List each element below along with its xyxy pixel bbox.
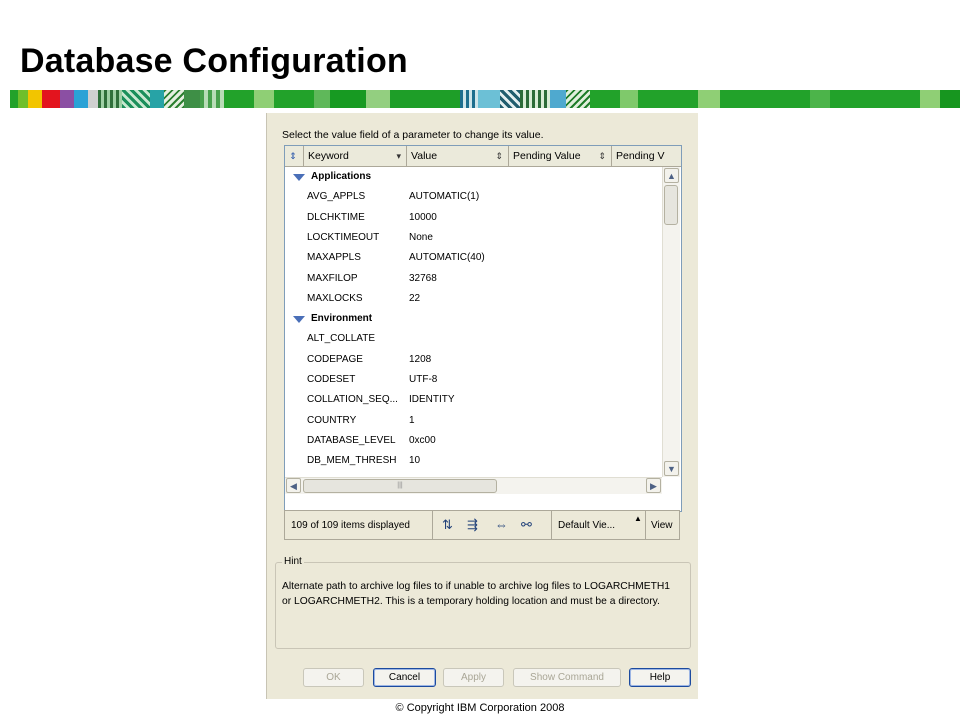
hint-label: Hint	[282, 556, 304, 567]
table-status-bar: 109 of 109 items displayed ⇅ ⇶ ⇔ ⚯ Defau…	[284, 510, 680, 540]
table-row[interactable]: MAXFILOP 32768	[285, 269, 662, 289]
keyword-cell: AVG_APPLS	[307, 191, 366, 203]
table-row[interactable]: ALT_COLLATE	[285, 329, 662, 349]
show-command-button[interactable]: Show Command	[513, 668, 621, 687]
parameters-table: ⇕ Keyword ▾ Value ⇕ Pending Value ⇕ Pending…	[284, 145, 682, 512]
value-cell[interactable]: AUTOMATIC(1)	[409, 187, 479, 207]
scroll-left-icon[interactable]: ◀	[286, 478, 301, 493]
table-header: ⇕ Keyword ▾ Value ⇕ Pending Value ⇕ Pending…	[285, 146, 681, 167]
table-row[interactable]: CODESET UTF-8	[285, 370, 662, 390]
table-row[interactable]: MAXLOCKS 22	[285, 289, 662, 309]
sort-icon: ⇕	[289, 151, 297, 161]
category-row[interactable]: Applications	[285, 167, 662, 187]
keyword-cell: ALT_COLLATE	[307, 333, 375, 345]
value-cell[interactable]: 10	[409, 451, 420, 471]
table-row[interactable]: LOCKTIMEOUT None	[285, 228, 662, 248]
keyword-cell: DB_MEM_THRESH	[307, 455, 397, 467]
help-button[interactable]: Help	[629, 668, 691, 687]
table-row[interactable]: AVG_APPLS AUTOMATIC(1)	[285, 187, 662, 207]
keyword-cell: CODEPAGE	[307, 353, 363, 365]
column-header-keyword[interactable]: Keyword ▾	[304, 146, 407, 166]
scroll-up-icon[interactable]: ▲	[664, 168, 679, 183]
select-column-header[interactable]: ⇕	[285, 146, 304, 166]
value-cell[interactable]: IDENTITY	[409, 390, 455, 410]
table-row[interactable]: CODEPAGE 1208	[285, 350, 662, 370]
value-cell[interactable]: 0xc00	[409, 431, 436, 451]
keyword-cell: CODESET	[307, 374, 356, 385]
find-icon[interactable]: ⇔	[495, 517, 508, 532]
items-count: 109 of 109 items displayed	[291, 520, 410, 531]
table-row[interactable]: DLCHKTIME 10000	[285, 208, 662, 228]
ok-button[interactable]: OK	[303, 668, 364, 687]
value-cell[interactable]: None	[409, 228, 433, 248]
value-cell[interactable]: AUTOMATIC(40)	[409, 248, 485, 268]
copyright-text: © Copyright IBM Corporation 2008	[395, 702, 565, 714]
scroll-right-icon[interactable]: ▶	[646, 478, 661, 493]
keyword-cell: COUNTRY	[307, 414, 357, 426]
scroll-down-icon[interactable]: ▼	[664, 461, 679, 476]
instruction-text: Select the value field of a parameter to…	[282, 129, 544, 141]
hint-text: Alternate path to archive log files to i…	[282, 581, 671, 607]
expand-triangle-icon[interactable]	[293, 174, 305, 181]
column-header-value[interactable]: Value ⇕	[407, 146, 509, 166]
value-cell[interactable]: 10000	[409, 208, 437, 228]
table-row[interactable]: DATABASE_LEVEL 0xc00	[285, 431, 662, 451]
database-config-dialog: Select the value field of a parameter to…	[266, 113, 698, 699]
sort-arrows-icon: ⇕	[495, 151, 503, 161]
binoculars-icon[interactable]: ⚯	[521, 517, 532, 533]
cancel-button[interactable]: Cancel	[373, 668, 436, 687]
view-button[interactable]: View	[651, 520, 673, 531]
keyword-cell: DLCHKTIME	[307, 211, 365, 223]
hint-group: Hint Alternate path to archive log files…	[275, 556, 691, 649]
keyword-cell: LOCKTIMEOUT	[307, 231, 380, 243]
keyword-cell: COLLATION_SEQ...	[307, 394, 398, 406]
decorative-banner	[10, 90, 960, 108]
horizontal-scrollbar[interactable]: ◀ ||| ▶	[285, 477, 662, 494]
column-header-pending-v[interactable]: Pending V	[612, 146, 681, 166]
vertical-scrollbar[interactable]: ▲ ▼	[662, 167, 680, 477]
keyword-cell: MAXLOCKS	[307, 292, 363, 304]
value-cell[interactable]: 32768	[409, 269, 437, 289]
column-header-pending-value[interactable]: Pending Value ⇕	[509, 146, 612, 166]
table-row[interactable]: DB_MEM_THRESH 10	[285, 451, 662, 471]
value-cell[interactable]: 1208	[409, 350, 431, 370]
category-label: Applications	[311, 171, 372, 182]
category-row[interactable]: Environment	[285, 309, 662, 329]
table-body: Applications AVG_APPLS AUTOMATIC(1) DLCHKTI…	[285, 167, 662, 487]
view-selector[interactable]: Default Vie...	[558, 520, 615, 531]
sort-icon[interactable]: ⇅	[442, 517, 453, 533]
filter-icon[interactable]: ⇶	[467, 517, 478, 533]
table-row[interactable]: COUNTRY 1	[285, 411, 662, 431]
keyword-cell: MAXFILOP	[307, 272, 358, 284]
value-cell[interactable]: 22	[409, 289, 420, 309]
expand-triangle-icon[interactable]	[293, 316, 305, 324]
chevron-up-icon[interactable]: ▲	[634, 514, 642, 523]
apply-button[interactable]: Apply	[443, 668, 504, 687]
horizontal-scroll-thumb[interactable]: |||	[303, 479, 497, 493]
table-row[interactable]: COLLATION_SEQ... IDENTITY	[285, 390, 662, 410]
vertical-scroll-thumb[interactable]	[664, 185, 678, 225]
keyword-cell: DATABASE_LEVEL	[307, 434, 396, 446]
keyword-cell: MAXAPPLS	[307, 252, 361, 264]
sort-arrows-icon: ▾	[396, 151, 401, 161]
table-row[interactable]: MAXAPPLS AUTOMATIC(40)	[285, 248, 662, 268]
sort-arrows-icon: ⇕	[598, 151, 606, 161]
value-cell[interactable]: UTF-8	[409, 370, 437, 390]
slide-title: Database Configuration	[20, 42, 408, 80]
value-cell[interactable]: 1	[409, 411, 415, 431]
category-label: Environment	[311, 313, 373, 325]
